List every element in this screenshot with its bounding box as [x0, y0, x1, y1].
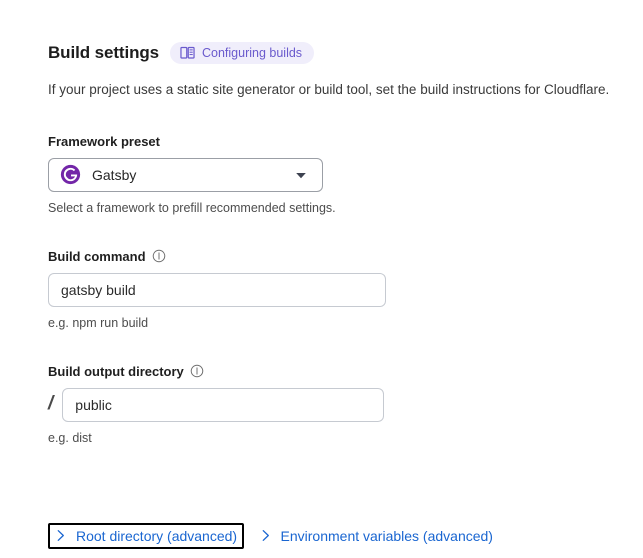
build-command-label: Build command [48, 248, 146, 264]
framework-preset-select[interactable]: Gatsby [48, 157, 323, 192]
build-command-group: Build command e.g. npm run build [48, 249, 643, 330]
chevron-down-icon [294, 168, 308, 182]
framework-preset-label: Framework preset [48, 133, 160, 149]
framework-preset-helper: Select a framework to prefill recommende… [48, 200, 336, 215]
build-output-directory-label-row: Build output directory [48, 364, 643, 379]
root-directory-disclosure[interactable]: Root directory (advanced) [48, 522, 245, 549]
build-output-directory-input-row: / [48, 387, 643, 422]
info-icon[interactable] [190, 364, 204, 378]
page-header: Build settings Configuring builds [48, 40, 643, 66]
build-command-label-row: Build command [48, 249, 643, 264]
build-settings-page: Build settings Configuring builds If you… [0, 0, 643, 558]
build-command-input[interactable] [48, 272, 386, 307]
framework-preset-value: Gatsby [92, 166, 137, 183]
page-description: If your project uses a static site gener… [48, 82, 610, 97]
configuring-builds-label: Configuring builds [202, 46, 303, 60]
framework-preset-label-row: Framework preset [48, 134, 643, 149]
environment-variables-disclosure[interactable]: Environment variables (advanced) [253, 523, 500, 549]
build-output-directory-label: Build output directory [48, 363, 184, 379]
environment-variables-label: Environment variables (advanced) [280, 527, 493, 544]
build-command-helper: e.g. npm run build [48, 315, 149, 330]
build-output-directory-helper: e.g. dist [48, 430, 92, 445]
path-slash-prefix: / [48, 393, 54, 415]
build-output-directory-input[interactable] [62, 387, 385, 422]
build-command-input-row [48, 272, 643, 307]
book-icon [180, 46, 195, 60]
framework-preset-group: Framework preset Gatsby Select a framewo… [48, 134, 643, 215]
advanced-disclosures: Root directory (advanced) Environment va… [48, 483, 643, 549]
gatsby-logo-icon [60, 164, 81, 185]
info-icon[interactable] [152, 249, 166, 263]
chevron-right-icon [259, 529, 272, 542]
page-title: Build settings [48, 43, 159, 62]
chevron-right-icon [54, 529, 67, 542]
configuring-builds-badge[interactable]: Configuring builds [170, 42, 315, 64]
build-output-directory-group: Build output directory / e.g. dist [48, 364, 643, 445]
root-directory-label: Root directory (advanced) [76, 527, 238, 544]
settings-content: Build settings Configuring builds If you… [48, 40, 643, 549]
